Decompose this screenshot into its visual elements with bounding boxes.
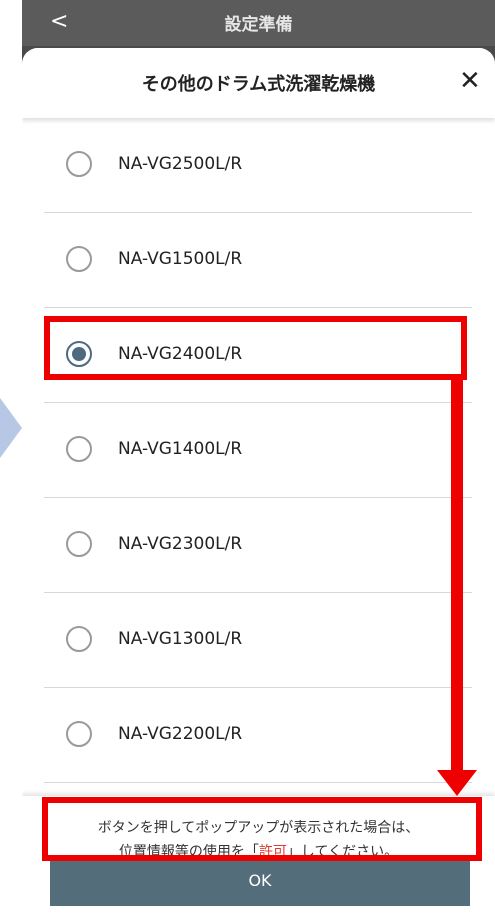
radio-icon[interactable] — [66, 246, 92, 272]
model-label: NA-VG1300L/R — [118, 629, 243, 649]
arrow-down-icon — [437, 770, 477, 796]
model-label: NA-VG1400L/R — [118, 439, 243, 459]
model-label: NA-VG2300L/R — [118, 534, 243, 554]
highlight-ok-button — [42, 797, 482, 861]
pointer-arrow-icon — [0, 398, 22, 458]
instruction-arrow-shaft — [451, 378, 463, 776]
model-list: NA-VG2500L/R NA-VG1500L/R NA-VG2400L/R N… — [44, 118, 472, 783]
model-label: NA-VG2500L/R — [118, 154, 243, 174]
highlight-selected-row — [44, 316, 467, 380]
radio-icon[interactable] — [66, 151, 92, 177]
left-margin — [0, 0, 22, 924]
list-item[interactable]: NA-VG1400L/R — [44, 403, 472, 498]
list-item[interactable]: NA-VG2300L/R — [44, 498, 472, 593]
phone-screen: < 設定準備 NA-VG2500L/R NA-VG1500L/R NA-VG24… — [22, 0, 495, 924]
list-item[interactable]: NA-VG1500L/R — [44, 213, 472, 308]
sheet-header: その他のドラム式洗濯乾燥機 ✕ — [22, 48, 495, 118]
radio-icon[interactable] — [66, 531, 92, 557]
radio-icon[interactable] — [66, 721, 92, 747]
sheet-title: その他のドラム式洗濯乾燥機 — [141, 74, 376, 95]
close-icon[interactable]: ✕ — [459, 66, 481, 96]
list-item[interactable]: NA-VG1300L/R — [44, 593, 472, 688]
top-bar: < 設定準備 — [22, 0, 495, 46]
model-label: NA-VG1500L/R — [118, 249, 243, 269]
radio-icon[interactable] — [66, 626, 92, 652]
radio-icon[interactable] — [66, 436, 92, 462]
list-item[interactable]: NA-VG2200L/R — [44, 688, 472, 783]
list-item[interactable]: NA-VG2500L/R — [44, 118, 472, 213]
page-title: 設定準備 — [224, 15, 293, 35]
model-label: NA-VG2200L/R — [118, 724, 243, 744]
model-select-sheet: NA-VG2500L/R NA-VG1500L/R NA-VG2400L/R N… — [22, 48, 495, 924]
ok-button[interactable]: OK — [50, 856, 470, 906]
